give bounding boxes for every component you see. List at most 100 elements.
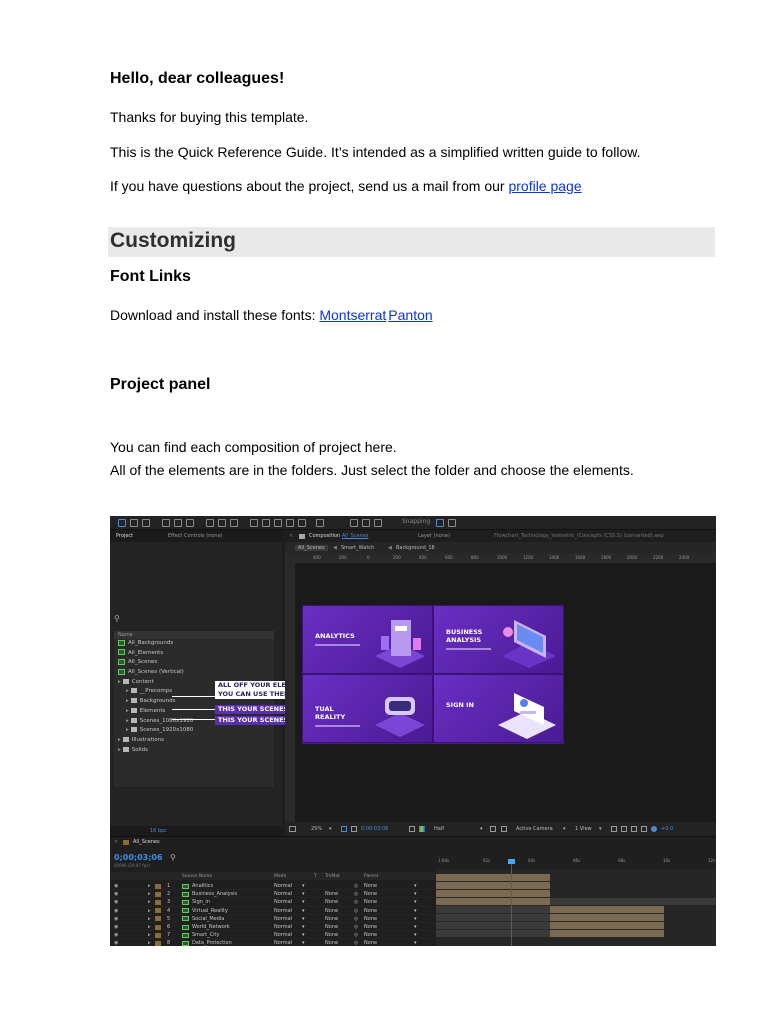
mode-select[interactable]: Normal (274, 939, 292, 946)
mode-select[interactable]: Normal (274, 890, 292, 898)
chevron-down-icon[interactable]: ▾ (302, 882, 305, 890)
timeline-layer-row[interactable]: ◉ ▸ 7 Smart_City Normal ▾ None ◎ None ▾ (110, 931, 435, 940)
mode-select[interactable]: Normal (274, 915, 292, 923)
chevron-right-icon[interactable]: ▸ (148, 907, 151, 915)
parent-pickwhip-icon[interactable]: ◎ (354, 898, 358, 906)
layer-bar[interactable] (550, 898, 716, 905)
label-color-swatch[interactable] (155, 883, 161, 889)
tab-project[interactable]: Project (116, 533, 133, 539)
timeline-layer-row[interactable]: ◉ ▸ 3 Sign_in Normal ▾ None ◎ None ▾ (110, 898, 435, 907)
label-color-swatch[interactable] (155, 916, 161, 922)
project-list-item[interactable]: All_Backgrounds (114, 639, 274, 649)
mode-select[interactable]: Normal (274, 931, 292, 939)
parent-select[interactable]: None (364, 931, 377, 939)
mode-select[interactable]: Normal (274, 907, 292, 915)
label-color-swatch[interactable] (155, 940, 161, 946)
chevron-down-icon[interactable]: ▾ (414, 907, 417, 915)
breadcrumb-item-1[interactable]: Smart_Watch (341, 545, 374, 551)
tab-composition[interactable]: Composition All_Scenes (309, 533, 368, 539)
color-channels-icon[interactable] (419, 826, 425, 832)
project-list-item[interactable]: ▸ Scenes_1920x1080 (114, 726, 274, 736)
parent-select[interactable]: None (364, 923, 377, 931)
timeline-layer-row[interactable]: ◉ ▸ 4 Virtual_Reality Normal ▾ None ◎ None ▾ (110, 907, 435, 915)
chevron-down-icon[interactable]: ▾ (414, 898, 417, 906)
mode-select[interactable]: Normal (274, 898, 292, 906)
header-trkmat[interactable]: TrkMat (325, 874, 340, 879)
fit-icon[interactable] (341, 826, 347, 832)
timeline-layer-row[interactable]: ◉ ▸ 6 World_Network Normal ▾ None ◎ None ▾ (110, 923, 435, 932)
timeline-graph[interactable]: 1:00s 02s 04s 06s 08s 10s 12s (436, 849, 716, 946)
timeline-search-icon[interactable]: ⚲ (170, 853, 176, 862)
chevron-down-icon[interactable]: ▾ (414, 890, 417, 898)
view-select[interactable]: 1 View (575, 826, 592, 832)
header-mode[interactable]: Mode (274, 874, 286, 879)
timeline-timecode[interactable]: 0;00;03;06 (114, 853, 163, 862)
project-list-item[interactable]: All_Elements (114, 649, 274, 659)
header-parent[interactable]: Parent (364, 874, 378, 879)
chevron-right-icon[interactable]: ▸ (126, 698, 129, 704)
camera-icon[interactable] (409, 826, 415, 832)
composition-canvas[interactable]: ANALYTICS BUSINESS ANALYSIS TUAL REALITY… (302, 605, 564, 744)
region-of-interest-icon[interactable] (490, 826, 496, 832)
chevron-right-icon[interactable]: ▸ (148, 915, 151, 923)
chevron-right-icon[interactable]: ▸ (118, 747, 121, 753)
toggle-pixel-aspect-icon[interactable] (611, 826, 617, 832)
chevron-down-icon[interactable]: ▾ (302, 923, 305, 931)
timeline-layer-row[interactable]: ◉ ▸ 2 Business_Analysis Normal ▾ None ◎ None ▾ (110, 890, 435, 899)
chevron-down-icon[interactable]: ▾ (414, 915, 417, 923)
resolution-select[interactable]: Half (434, 826, 444, 832)
parent-select[interactable]: None (364, 939, 377, 946)
label-color-swatch[interactable] (155, 932, 161, 938)
layer-bar[interactable] (550, 930, 664, 937)
playhead-handle[interactable] (508, 859, 515, 864)
chevron-right-icon[interactable]: ▸ (118, 679, 121, 685)
layer-bar[interactable] (436, 874, 550, 881)
chevron-right-icon[interactable]: ▸ (126, 727, 129, 733)
timeline-layer-row[interactable]: ◉ ▸ 8 Data_Protection Normal ▾ None ◎ None ▾ (110, 939, 435, 946)
layer-bar[interactable] (436, 922, 550, 929)
chevron-right-icon[interactable]: ▸ (126, 688, 129, 694)
chevron-right-icon[interactable]: ▸ (126, 708, 129, 714)
layer-bar[interactable] (436, 930, 550, 937)
tab-effect-controls[interactable]: Effect Controls (none) (168, 533, 223, 539)
chevron-right-icon[interactable]: ▸ (148, 890, 151, 898)
layer-bar[interactable] (436, 898, 550, 905)
montserrat-link[interactable]: Montserrat (319, 307, 386, 323)
project-list-item[interactable]: All_Scenes (114, 658, 274, 668)
playhead[interactable] (511, 861, 512, 946)
parent-select[interactable]: None (364, 882, 377, 890)
reset-exposure-icon[interactable] (651, 826, 657, 832)
timeline-comp-name[interactable]: All_Scenes (133, 839, 160, 845)
chevron-down-icon[interactable]: ▾ (414, 882, 417, 890)
label-color-swatch[interactable] (155, 891, 161, 897)
chevron-down-icon[interactable]: ▾ (302, 898, 305, 906)
close-icon[interactable]: × (289, 533, 293, 539)
close-icon[interactable]: × (114, 839, 118, 845)
label-color-swatch[interactable] (155, 908, 161, 914)
chevron-down-icon[interactable]: ▾ (414, 931, 417, 939)
layer-bar[interactable] (436, 906, 550, 913)
panton-link[interactable]: Panton (388, 307, 432, 323)
chevron-down-icon[interactable]: ▾ (302, 890, 305, 898)
exposure-value[interactable]: +0.0 (661, 826, 673, 832)
footer-timecode[interactable]: 0;00;03;06 (361, 826, 388, 832)
chevron-down-icon[interactable]: ▾ (302, 907, 305, 915)
parent-pickwhip-icon[interactable]: ◎ (354, 882, 358, 890)
chevron-down-icon[interactable]: ▾ (302, 939, 305, 946)
chevron-down-icon[interactable]: ▾ (563, 826, 566, 832)
camera-select[interactable]: Active Camera (516, 826, 553, 832)
layer-bar[interactable] (550, 906, 664, 913)
parent-select[interactable]: None (364, 898, 377, 906)
layer-bar[interactable] (550, 914, 664, 921)
profile-page-link[interactable]: profile page (508, 178, 581, 194)
label-color-swatch[interactable] (155, 899, 161, 905)
layer-bar[interactable] (436, 914, 550, 921)
chevron-down-icon[interactable]: ▾ (302, 915, 305, 923)
flowchart-icon[interactable] (641, 826, 647, 832)
chevron-down-icon[interactable]: ▾ (480, 826, 483, 832)
project-search-icon[interactable]: ⚲ (114, 614, 120, 623)
chevron-right-icon[interactable]: ▸ (148, 898, 151, 906)
timeline-ruler[interactable]: 1:00s 02s 04s 06s 08s 10s 12s (436, 849, 716, 869)
trkmat-select[interactable]: None (325, 907, 338, 915)
chevron-right-icon[interactable]: ▸ (118, 737, 121, 743)
